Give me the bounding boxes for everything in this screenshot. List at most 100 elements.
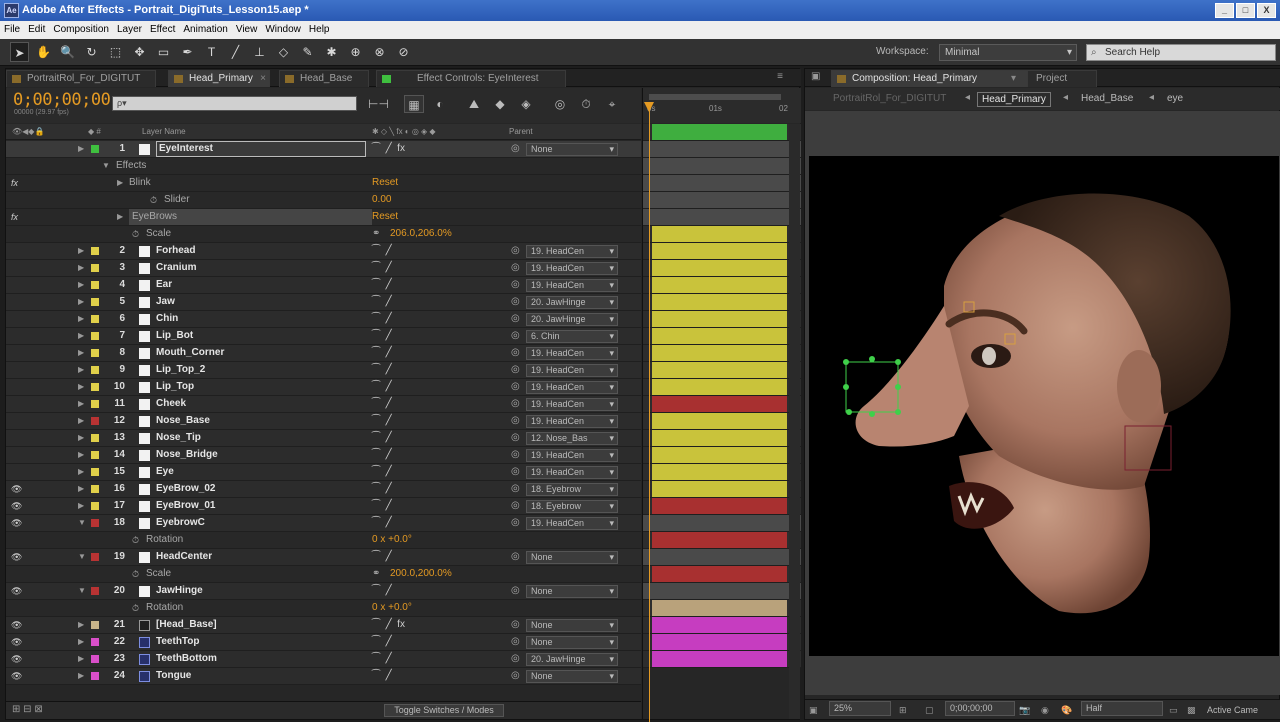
menu-effect[interactable]: Effect — [146, 21, 179, 39]
collapsed-arrow-icon[interactable]: ▶ — [78, 430, 84, 446]
collapsed-arrow-icon[interactable]: ▶ — [78, 277, 84, 293]
visibility-eye-icon[interactable]: 👁 — [11, 498, 22, 514]
layer-row[interactable]: 👁 ▼ 19 HeadCenter ⁀ ╱ ◎ None — [6, 549, 641, 566]
layer-switches-icons[interactable]: ⁀ ╱ fx — [372, 141, 405, 157]
rectangle-tool-icon[interactable]: ▭ — [154, 42, 173, 62]
collapsed-arrow-icon[interactable]: ▶ — [78, 243, 84, 259]
layer-row[interactable]: 👁 ▶ 22 TeethTop ⁀ ╱ ◎ None — [6, 634, 641, 651]
property-value[interactable]: 200.0,200.0% — [390, 566, 452, 582]
layer-name[interactable]: JawHinge — [156, 583, 203, 599]
collapsed-arrow-icon[interactable]: ▶ — [78, 668, 84, 684]
layer-duration-bar[interactable] — [652, 260, 787, 276]
property-value[interactable]: Reset — [372, 175, 398, 191]
graph-editor-icon[interactable]: ⏱ — [576, 95, 596, 113]
layer-duration-bar[interactable] — [652, 430, 787, 446]
always-preview-icon[interactable]: ▣ — [809, 701, 818, 719]
collapsed-arrow-icon[interactable]: ▶ — [78, 260, 84, 276]
layer-duration-bar[interactable] — [652, 634, 787, 650]
parent-pickwhip-icon[interactable]: ◎ — [511, 260, 520, 276]
collapsed-arrow-icon[interactable]: ▶ — [78, 396, 84, 412]
breadcrumb-portraitrol[interactable]: PortraitRol_For_DIGITUT — [829, 92, 950, 107]
layer-switches-icons[interactable]: ⁀ ╱ — [372, 515, 392, 531]
collapsed-arrow-icon[interactable]: ▶ — [78, 498, 84, 514]
layer-row[interactable]: ▶ 10 Lip_Top ⁀ ╱ ◎ 19. HeadCen — [6, 379, 641, 396]
layer-duration-bar[interactable] — [652, 617, 787, 633]
layer-switches-icons[interactable]: ⁀ ╱ — [372, 396, 392, 412]
collapsed-arrow-icon[interactable]: ▶ — [78, 481, 84, 497]
menu-view[interactable]: View — [232, 21, 262, 39]
parent-pickwhip-icon[interactable]: ◎ — [511, 311, 520, 327]
parent-pickwhip-icon[interactable]: ◎ — [511, 583, 520, 599]
collapsed-arrow-icon[interactable]: ▶ — [78, 617, 84, 633]
parent-select[interactable]: None — [526, 670, 618, 683]
parent-pickwhip-icon[interactable]: ◎ — [511, 345, 520, 361]
layer-duration-bar[interactable] — [652, 328, 787, 344]
tab-composition-head-primary[interactable]: Composition: Head_Primary ▾ — [831, 70, 1031, 87]
layer-duration-bar[interactable] — [652, 447, 787, 463]
breadcrumb-head-base[interactable]: Head_Base — [1077, 92, 1137, 107]
parent-pickwhip-icon[interactable]: ◎ — [511, 243, 520, 259]
parent-select[interactable]: 19. HeadCen — [526, 245, 618, 258]
parent-select[interactable]: 18. Eyebrow — [526, 500, 618, 513]
layer-switches-icons[interactable]: ⁀ ╱ — [372, 481, 392, 497]
layer-switches-icons[interactable]: ⁀ ╱ — [372, 549, 392, 565]
layer-duration-bar[interactable] — [652, 243, 787, 259]
axis-world-icon[interactable]: ⊗ — [370, 42, 389, 62]
menu-animation[interactable]: Animation — [179, 21, 231, 39]
parent-pickwhip-icon[interactable]: ◎ — [511, 498, 520, 514]
layer-label-color[interactable] — [91, 298, 99, 306]
layer-row[interactable]: ▶ 15 Eye ⁀ ╱ ◎ 19. HeadCen — [6, 464, 641, 481]
camera-tool-icon[interactable]: ⬚ — [106, 42, 125, 62]
layer-switches-icons[interactable]: ⁀ ╱ — [372, 379, 392, 395]
layer-duration-bar[interactable] — [652, 362, 787, 378]
collapsed-arrow-icon[interactable]: ▶ — [78, 141, 84, 157]
collapsed-arrow-icon[interactable]: ▶ — [78, 294, 84, 310]
layer-label-color[interactable] — [91, 145, 99, 153]
collapsed-arrow-icon[interactable]: ▶ — [78, 379, 84, 395]
composition-timecode[interactable]: 0;00;00;00 — [945, 701, 1015, 716]
roto-brush-tool-icon[interactable]: ✎ — [298, 42, 317, 62]
layer-search-input[interactable]: ρ▾ — [112, 96, 357, 111]
layer-switches-icons[interactable]: ⁀ ╱ — [372, 362, 392, 378]
axis-local-icon[interactable]: ⊕ — [346, 42, 365, 62]
layer-duration-bar[interactable] — [652, 532, 787, 548]
layer-row[interactable]: ▶ 12 Nose_Base ⁀ ╱ ◎ 19. HeadCen — [6, 413, 641, 430]
layer-duration-bar[interactable] — [652, 345, 787, 361]
parent-select[interactable]: None — [526, 143, 618, 156]
close-window-button[interactable]: X — [1257, 3, 1276, 18]
layer-switches-icons[interactable]: ⁀ ╱ — [372, 668, 392, 684]
parent-pickwhip-icon[interactable]: ◎ — [511, 277, 520, 293]
stopwatch-icon[interactable]: ⏱ — [132, 226, 139, 242]
layer-label-color[interactable] — [91, 451, 99, 459]
menu-layer[interactable]: Layer — [113, 21, 146, 39]
layer-label-color[interactable] — [91, 621, 99, 629]
layer-name[interactable]: Cranium — [156, 260, 197, 276]
toggle-switches-modes-button[interactable]: Toggle Switches / Modes — [384, 704, 504, 717]
eraser-tool-icon[interactable]: ◇ — [274, 42, 293, 62]
property-value[interactable]: 0 x +0.0° — [372, 532, 412, 548]
parent-select[interactable]: None — [526, 585, 618, 598]
region-of-interest-icon[interactable]: ▭ — [1169, 701, 1178, 719]
mask-visibility-icon[interactable]: ▢ — [925, 701, 934, 719]
layer-duration-bar[interactable] — [652, 226, 787, 242]
property-row[interactable]: ⏱ Rotation 0 x +0.0° — [6, 532, 641, 549]
layer-row[interactable]: ▶ 13 Nose_Tip ⁀ ╱ ◎ 12. Nose_Bas — [6, 430, 641, 447]
collapsed-arrow-icon[interactable]: ▶ — [78, 413, 84, 429]
parent-pickwhip-icon[interactable]: ◎ — [511, 515, 520, 531]
minimize-button[interactable]: _ — [1215, 3, 1234, 18]
live-update-icon[interactable]: ◐ — [430, 95, 450, 113]
property-value[interactable]: 0.00 — [372, 192, 391, 208]
menu-edit[interactable]: Edit — [24, 21, 49, 39]
layer-switches-icons[interactable]: ⁀ ╱ — [372, 430, 392, 446]
transparency-grid-icon[interactable]: ▩ — [1187, 701, 1196, 719]
layer-label-color[interactable] — [91, 417, 99, 425]
layer-switches-icons[interactable]: ⁀ ╱ — [372, 413, 392, 429]
layer-row[interactable]: 👁 ▶ 23 TeethBottom ⁀ ╱ ◎ 20. JawHinge — [6, 651, 641, 668]
parent-pickwhip-icon[interactable]: ◎ — [511, 396, 520, 412]
layer-label-color[interactable] — [91, 281, 99, 289]
layer-label-color[interactable] — [91, 332, 99, 340]
property-row[interactable]: ⏱ Scale ⚭ 206.0,206.0% — [6, 226, 641, 243]
pan-behind-tool-icon[interactable]: ✥ — [130, 42, 149, 62]
search-help-input[interactable]: ⌕ Search Help — [1086, 44, 1276, 61]
layer-switches-icons[interactable]: ⁀ ╱ — [372, 464, 392, 480]
